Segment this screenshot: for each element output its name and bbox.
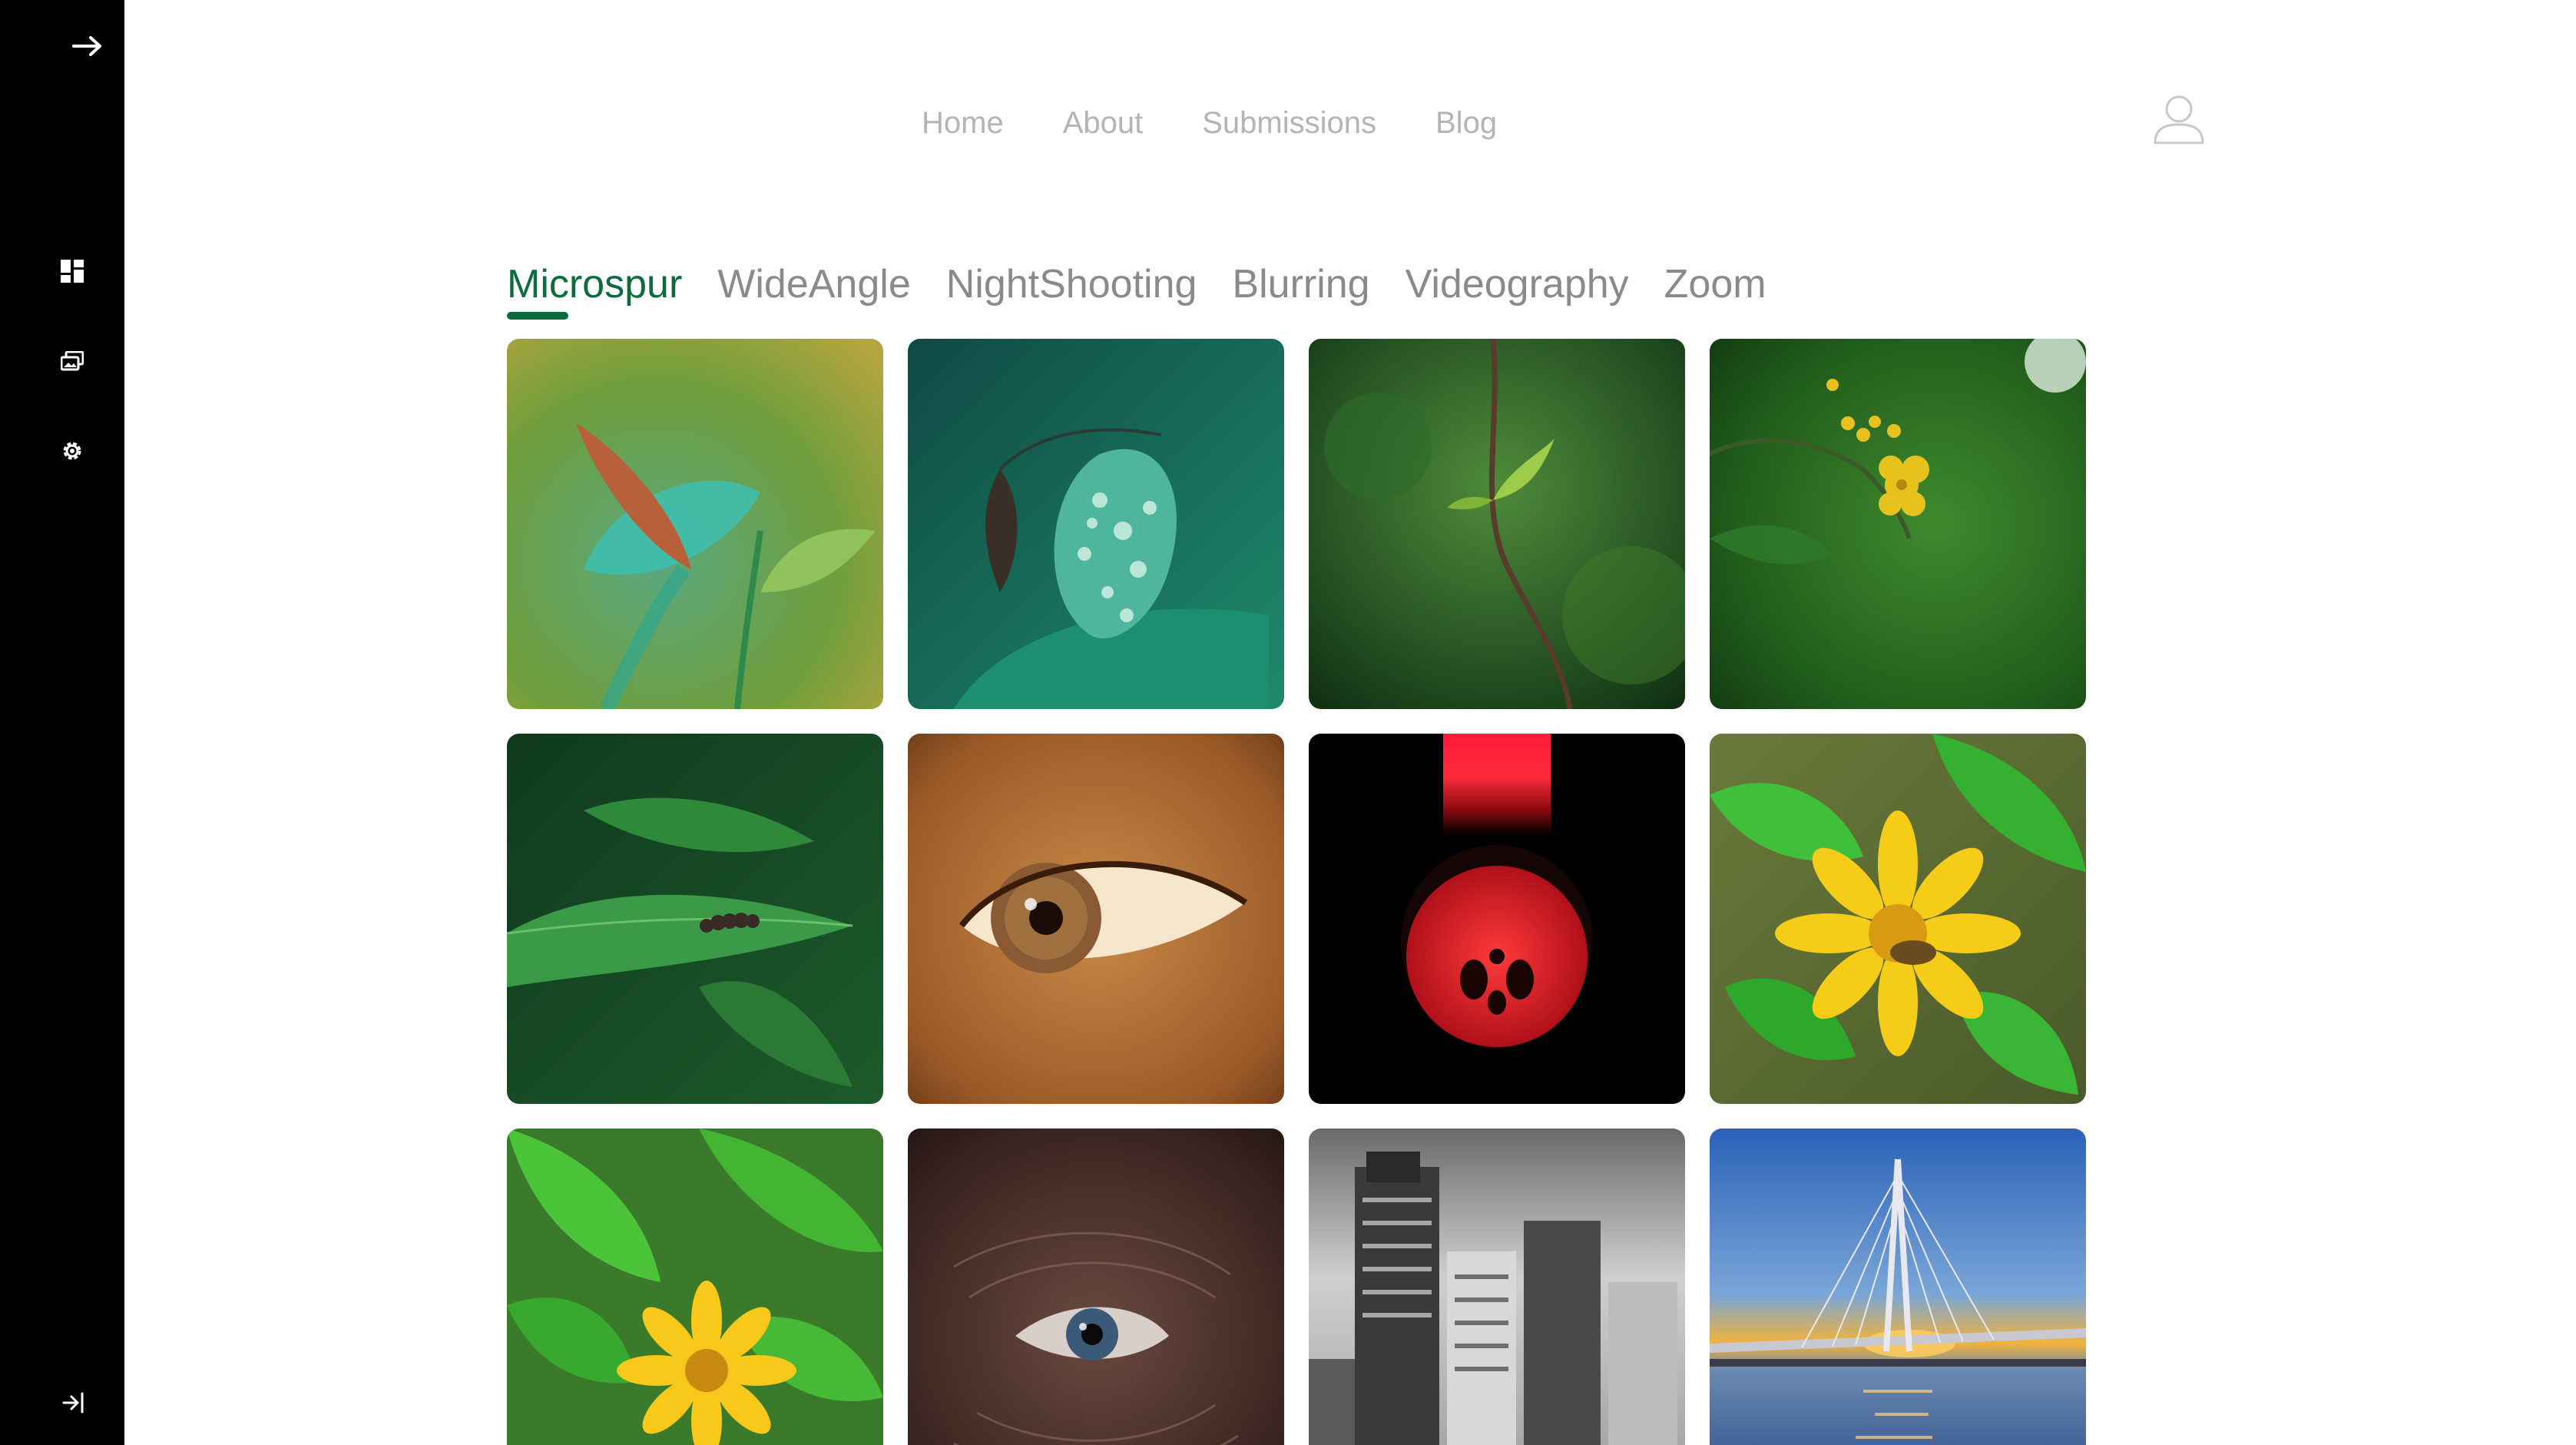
photo-grid [507, 339, 2086, 1445]
tab-wideangle[interactable]: WideAngle [717, 257, 910, 312]
nav-link-home[interactable]: Home [922, 100, 1004, 146]
photo-tile[interactable] [908, 339, 1284, 709]
photo-tile[interactable] [908, 1128, 1284, 1445]
photo-tile[interactable] [908, 734, 1284, 1104]
photo-tile[interactable] [1309, 1128, 1685, 1445]
tab-blurring[interactable]: Blurring [1232, 257, 1369, 312]
active-tab-indicator [507, 312, 568, 320]
top-nav: Home About Submissions Blog [922, 100, 1497, 146]
category-tabs: Microspur WideAngle NightShooting Blurri… [507, 257, 1766, 320]
photo-tile[interactable] [507, 1128, 883, 1445]
arrow-right-icon[interactable] [62, 27, 113, 65]
gear-icon[interactable] [55, 433, 90, 469]
photo-tile[interactable] [1309, 734, 1685, 1104]
nav-link-about[interactable]: About [1063, 100, 1144, 146]
tab-label: Blurring [1232, 262, 1370, 307]
photo-tile[interactable] [1309, 339, 1685, 709]
user-icon[interactable] [2151, 91, 2207, 147]
tab-microspur[interactable]: Microspur [507, 257, 683, 320]
photo-tile[interactable] [1710, 734, 2086, 1104]
tab-label: WideAngle [717, 262, 911, 307]
tab-label: Microspur [507, 262, 683, 307]
nav-link-blog[interactable]: Blog [1435, 100, 1497, 146]
photo-tile[interactable] [1710, 1128, 2086, 1445]
photo-tile[interactable] [507, 339, 883, 709]
sidebar [0, 0, 124, 1445]
tab-zoom[interactable]: Zoom [1664, 257, 1766, 312]
tab-label: NightShooting [945, 262, 1197, 307]
photo-tile[interactable] [1710, 339, 2086, 709]
gallery-icon[interactable] [55, 343, 90, 379]
tab-nightshooting[interactable]: NightShooting [946, 257, 1197, 312]
nav-link-submissions[interactable]: Submissions [1202, 100, 1376, 146]
tab-label: Zoom [1664, 262, 1766, 307]
photo-tile[interactable] [507, 734, 883, 1104]
logout-icon[interactable] [55, 1385, 90, 1420]
dashboard-icon[interactable] [55, 254, 90, 289]
tab-videography[interactable]: Videography [1406, 257, 1629, 312]
tab-label: Videography [1405, 262, 1629, 307]
